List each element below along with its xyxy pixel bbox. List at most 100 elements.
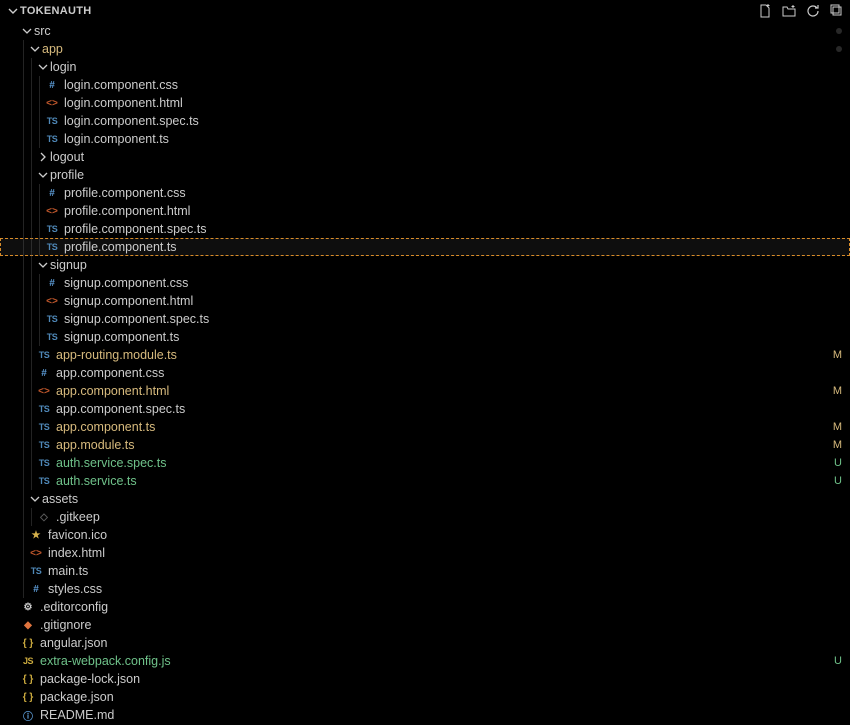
ts-icon: TS <box>44 332 60 342</box>
refresh-icon[interactable] <box>806 4 820 18</box>
tree-folder[interactable]: logout <box>0 148 850 166</box>
file-tree[interactable]: src applogin # login.component.css <> login.c… <box>0 22 850 725</box>
project-title: TOKENAUTH <box>20 5 92 17</box>
tree-folder[interactable]: assets <box>0 490 850 508</box>
scm-badge: M <box>833 349 842 361</box>
tree-item-label: styles.css <box>48 582 102 596</box>
tree-file[interactable]: <> login.component.html <box>0 94 850 112</box>
tree-item-label: .editorconfig <box>40 600 108 614</box>
tree-file[interactable]: <>profile.component.html <box>0 202 850 220</box>
tree-file[interactable]: TSapp.module.tsM <box>0 436 850 454</box>
tree-file[interactable]: TS profile.component.spec.ts <box>0 220 850 238</box>
tree-folder[interactable]: signup <box>0 256 850 274</box>
tree-file[interactable]: JSextra-webpack.config.jsU <box>0 652 850 670</box>
scm-dot <box>836 46 842 52</box>
explorer-header[interactable]: TOKENAUTH <box>0 0 850 22</box>
tree-file[interactable]: #signup.component.css <box>0 274 850 292</box>
tree-file[interactable]: ⓘREADME.md <box>0 706 850 724</box>
chevron-down-icon[interactable] <box>20 26 34 36</box>
ts-icon: TS <box>36 458 52 468</box>
tree-item-label: profile.component.spec.ts <box>64 222 206 236</box>
html-icon: <> <box>44 206 60 217</box>
ts-icon: TS <box>44 242 60 252</box>
tree-item-label: login.component.spec.ts <box>64 114 199 128</box>
tree-folder[interactable]: app <box>0 40 850 58</box>
tree-file[interactable]: TSmain.ts <box>0 562 850 580</box>
tree-item-label: logout <box>50 150 84 164</box>
tree-file[interactable]: TSapp.component.tsM <box>0 418 850 436</box>
tree-file[interactable]: # styles.css <box>0 580 850 598</box>
chevron-down-icon[interactable] <box>36 260 50 270</box>
tree-item-label: signup.component.html <box>64 294 193 308</box>
tree-item-label: signup.component.spec.ts <box>64 312 209 326</box>
scm-badge: M <box>833 439 842 451</box>
chevron-right-icon[interactable] <box>36 152 50 162</box>
new-folder-icon[interactable] <box>782 4 796 18</box>
tree-item-label: src <box>34 24 51 38</box>
tree-file[interactable]: ◇.gitkeep <box>0 508 850 526</box>
chevron-down-icon[interactable] <box>36 62 50 72</box>
tree-file[interactable]: TS app.component.spec.ts <box>0 400 850 418</box>
tree-item-label: app.component.ts <box>56 420 155 434</box>
tree-file[interactable]: TS login.component.spec.ts <box>0 112 850 130</box>
tree-file[interactable]: # login.component.css <box>0 76 850 94</box>
js-icon: JS <box>20 656 36 666</box>
tree-item-label: package.json <box>40 690 114 704</box>
tree-file[interactable]: <>app.component.htmlM <box>0 382 850 400</box>
tree-file[interactable]: TSauth.service.spec.tsU <box>0 454 850 472</box>
tree-folder[interactable]: login <box>0 58 850 76</box>
new-file-icon[interactable] <box>758 4 772 18</box>
tree-item-label: signup.component.ts <box>64 330 179 344</box>
tree-item-label: login.component.html <box>64 96 183 110</box>
tree-file[interactable]: <> index.html <box>0 544 850 562</box>
scm-dot <box>836 28 842 34</box>
tree-file[interactable]: # profile.component.css <box>0 184 850 202</box>
ts-icon: TS <box>44 134 60 144</box>
css-icon: # <box>44 80 60 91</box>
tree-file[interactable]: <>signup.component.html <box>0 292 850 310</box>
tree-item-label: angular.json <box>40 636 107 650</box>
star-icon: ★ <box>28 530 44 541</box>
tree-item-label: app.component.spec.ts <box>56 402 185 416</box>
chevron-down-icon[interactable] <box>28 44 42 54</box>
tree-file[interactable]: #app.component.css <box>0 364 850 382</box>
html-icon: <> <box>44 98 60 109</box>
ts-icon: TS <box>36 422 52 432</box>
css-icon: # <box>44 188 60 199</box>
tree-file[interactable]: TSlogin.component.ts <box>0 130 850 148</box>
tree-item-label: package-lock.json <box>40 672 140 686</box>
tree-file[interactable]: TSauth.service.tsU <box>0 472 850 490</box>
tree-item-label: favicon.ico <box>48 528 107 542</box>
html-icon: <> <box>36 386 52 397</box>
tree-file[interactable]: { }package.json <box>0 688 850 706</box>
tree-folder[interactable]: profile <box>0 166 850 184</box>
ts-icon: TS <box>36 350 52 360</box>
tree-file[interactable]: TSapp-routing.module.tsM <box>0 346 850 364</box>
tree-file[interactable]: ★ favicon.ico <box>0 526 850 544</box>
ts-icon: TS <box>44 224 60 234</box>
tree-item-label: index.html <box>48 546 105 560</box>
chevron-down-icon[interactable] <box>28 494 42 504</box>
tree-item-label: login.component.css <box>64 78 178 92</box>
css-icon: # <box>36 368 52 379</box>
tree-file[interactable]: { }package-lock.json <box>0 670 850 688</box>
tree-file[interactable]: { }angular.json <box>0 634 850 652</box>
tree-folder[interactable]: src <box>0 22 850 40</box>
gear-icon: ⚙ <box>20 602 36 613</box>
ts-icon: TS <box>44 116 60 126</box>
tree-item-label: main.ts <box>48 564 88 578</box>
info-icon: ⓘ <box>20 708 36 723</box>
chevron-down-icon[interactable] <box>36 170 50 180</box>
tree-item-label: profile.component.css <box>64 186 186 200</box>
tree-file[interactable]: ⚙ .editorconfig <box>0 598 850 616</box>
css-icon: # <box>28 584 44 595</box>
ts-icon: TS <box>36 404 52 414</box>
ts-icon: TS <box>44 314 60 324</box>
html-icon: <> <box>28 548 44 559</box>
tree-file[interactable]: TS signup.component.ts <box>0 328 850 346</box>
collapse-all-icon[interactable] <box>830 4 844 18</box>
tree-file[interactable]: TS signup.component.spec.ts <box>0 310 850 328</box>
tree-file[interactable]: TSprofile.component.ts <box>0 238 850 256</box>
tree-file[interactable]: ◆.gitignore <box>0 616 850 634</box>
none-icon: ◇ <box>36 512 52 523</box>
